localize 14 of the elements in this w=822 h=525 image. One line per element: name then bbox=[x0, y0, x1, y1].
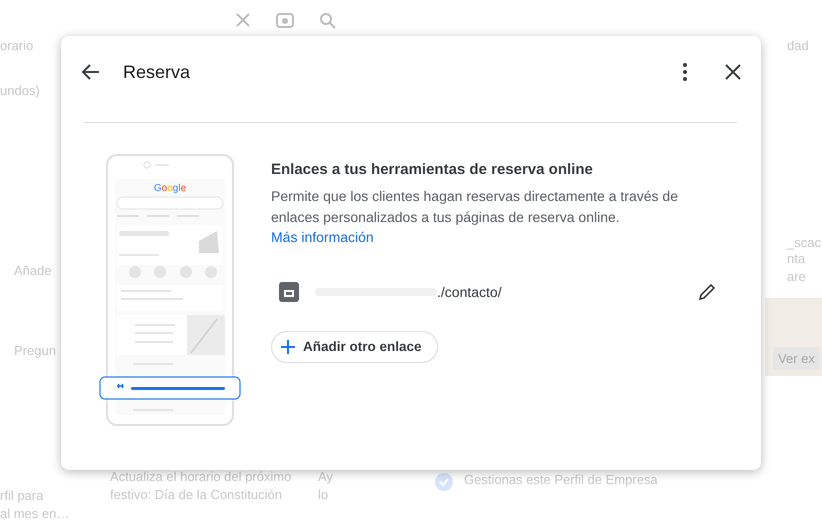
search-icon bbox=[320, 13, 336, 29]
more-icon bbox=[682, 62, 688, 82]
booking-url: ./contacto/ bbox=[437, 284, 503, 300]
section-heading: Enlaces a tus herramientas de reserva online bbox=[271, 161, 594, 178]
verified-icon bbox=[434, 472, 454, 492]
description-text: Permite que los clientes hagan reservas directamente a través de enlaces personalizados a tus páginas de reserva online. Más información bbox=[271, 187, 679, 247]
learn-more-link[interactable]: Más información bbox=[271, 229, 374, 245]
dialog-title: Reserva bbox=[123, 62, 192, 82]
camera-icon bbox=[276, 13, 294, 28]
calendar-icon bbox=[279, 282, 299, 302]
add-link-button[interactable]: Añadir otro enlace bbox=[271, 330, 438, 362]
close-icon bbox=[236, 13, 250, 27]
logo-text: Google bbox=[154, 183, 186, 194]
plus-icon bbox=[281, 340, 295, 354]
